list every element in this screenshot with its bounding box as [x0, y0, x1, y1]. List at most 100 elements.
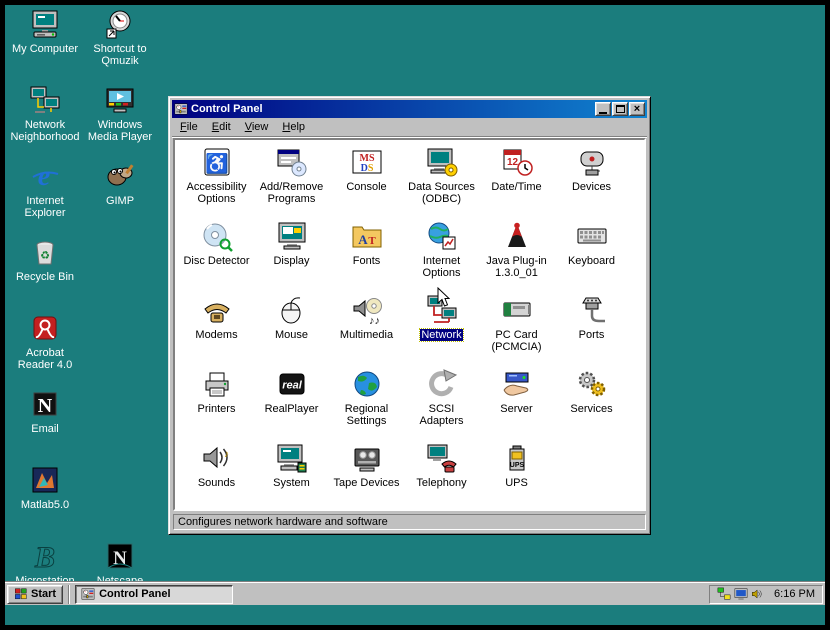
- taskbar-clock: 6:16 PM: [774, 588, 815, 600]
- cp-item-label: Ports: [578, 329, 606, 341]
- cp-item-fonts[interactable]: ATFonts: [329, 217, 404, 291]
- desktop-icon-internet-explorer[interactable]: eInternet Explorer: [9, 160, 81, 219]
- taskbar-divider: [68, 585, 70, 604]
- cp-item-multimedia[interactable]: ♪♪Multimedia: [329, 291, 404, 365]
- svg-text:real: real: [282, 380, 303, 392]
- menu-help[interactable]: Help: [275, 119, 312, 135]
- cp-item-label: System: [272, 477, 311, 489]
- cp-item-regional-settings[interactable]: Regional Settings: [329, 365, 404, 439]
- close-button[interactable]: ×: [629, 102, 645, 116]
- desktop-icon-microstation[interactable]: BMicrostation: [9, 540, 81, 587]
- desktop-icon-netscape[interactable]: NNetscape: [84, 540, 156, 587]
- desktop-icon-label: Acrobat Reader 4.0: [9, 347, 81, 371]
- disc-detector-icon: [201, 220, 233, 252]
- menu-file[interactable]: File: [173, 119, 205, 135]
- cp-item-label: SCSI Adapters: [405, 403, 479, 427]
- desktop-icon-acrobat-reader-4-0[interactable]: Acrobat Reader 4.0: [9, 312, 81, 371]
- cp-item-accessibility-options[interactable]: ♿Accessibility Options: [179, 143, 254, 217]
- cp-item-disc-detector[interactable]: Disc Detector: [179, 217, 254, 291]
- svg-text:♿: ♿: [205, 152, 229, 175]
- cp-item-label: Date/Time: [490, 181, 542, 193]
- cp-item-system[interactable]: System: [254, 439, 329, 511]
- titlebar[interactable]: Control Panel ×: [172, 100, 647, 118]
- status-text: Configures network hardware and software: [173, 514, 646, 530]
- cp-item-label: Regional Settings: [330, 403, 404, 427]
- cp-item-label: Devices: [571, 181, 612, 193]
- cp-item-label: Disc Detector: [182, 255, 250, 267]
- menu-edit[interactable]: Edit: [205, 119, 238, 135]
- cp-item-network[interactable]: Network: [404, 291, 479, 365]
- printers-icon: [201, 368, 233, 400]
- multimedia-icon: ♪♪: [351, 294, 383, 326]
- cp-item-label: Keyboard: [567, 255, 616, 267]
- cp-item-label: RealPlayer: [264, 403, 320, 415]
- maximize-button[interactable]: [612, 102, 628, 116]
- modems-icon: [201, 294, 233, 326]
- cp-item-add-remove-programs[interactable]: Add/Remove Programs: [254, 143, 329, 217]
- display-settings-icon[interactable]: [734, 587, 748, 601]
- cp-item-data-sources-odbc[interactable]: Data Sources (ODBC): [404, 143, 479, 217]
- cp-item-scsi-adapters[interactable]: SCSI Adapters: [404, 365, 479, 439]
- desktop-icon-windows-media-player[interactable]: Windows Media Player: [84, 84, 156, 143]
- cp-item-sounds[interactable]: ♪ Sounds: [179, 439, 254, 511]
- network-icon: [426, 294, 458, 326]
- control-panel-icon: [81, 587, 95, 601]
- network-neighborhood-icon: [29, 84, 61, 116]
- desktop: My ComputerShortcut to QmuzikNetwork Nei…: [0, 0, 830, 630]
- desktop-icon-email[interactable]: NEmail: [9, 388, 81, 435]
- cp-item-display[interactable]: Display: [254, 217, 329, 291]
- cp-item-server[interactable]: Server: [479, 365, 554, 439]
- gimp-icon: [104, 160, 136, 192]
- cp-item-console[interactable]: MSDSConsole: [329, 143, 404, 217]
- telephony-icon: [426, 442, 458, 474]
- desktop-icon-matlab5-0[interactable]: Matlab5.0: [9, 464, 81, 511]
- cp-item-java-plug-in-1-3-0-01[interactable]: Java Plug-in 1.3.0_01: [479, 217, 554, 291]
- server-icon: [501, 368, 533, 400]
- tape-icon: [351, 442, 383, 474]
- svg-text:♪♪: ♪♪: [369, 315, 380, 326]
- start-button[interactable]: Start: [7, 585, 63, 604]
- network-status-icon[interactable]: [717, 587, 731, 601]
- cp-item-label: Telephony: [415, 477, 467, 489]
- cp-item-telephony[interactable]: Telephony: [404, 439, 479, 511]
- desktop-icon-recycle-bin[interactable]: ♻Recycle Bin: [9, 236, 81, 283]
- cp-item-services[interactable]: Services: [554, 365, 629, 439]
- cp-item-devices[interactable]: Devices: [554, 143, 629, 217]
- control-panel-window: Control Panel × FileEditViewHelp ♿Access…: [168, 96, 651, 535]
- date-time-icon: 12: [501, 146, 533, 178]
- minimize-button[interactable]: [595, 102, 611, 116]
- cp-item-mouse[interactable]: Mouse: [254, 291, 329, 365]
- desktop-icon-my-computer[interactable]: My Computer: [9, 8, 81, 55]
- cp-item-ups[interactable]: UPSUPS: [479, 439, 554, 511]
- my-computer-icon: [29, 8, 61, 40]
- cp-item-keyboard[interactable]: Keyboard: [554, 217, 629, 291]
- tray-icons: [717, 587, 765, 601]
- cp-item-label: Modems: [194, 329, 238, 341]
- matlab-icon: [29, 464, 61, 496]
- desktop-icon-gimp[interactable]: GIMP: [84, 160, 156, 207]
- svg-text:♻: ♻: [40, 250, 50, 262]
- cp-item-tape-devices[interactable]: Tape Devices: [329, 439, 404, 511]
- scsi-icon: [426, 368, 458, 400]
- cp-item-ports[interactable]: Ports: [554, 291, 629, 365]
- cp-item-realplayer[interactable]: real RealPlayer: [254, 365, 329, 439]
- email-icon: N: [29, 388, 61, 420]
- realplayer-icon: real: [276, 368, 308, 400]
- fonts-icon: AT: [351, 220, 383, 252]
- cp-item-printers[interactable]: Printers: [179, 365, 254, 439]
- desktop-icon-network-neighborhood[interactable]: Network Neighborhood: [9, 84, 81, 143]
- taskbar-task-control-panel[interactable]: Control Panel: [75, 585, 233, 604]
- cp-item-label: Sounds: [197, 477, 236, 489]
- cp-item-date-time[interactable]: 12 Date/Time: [479, 143, 554, 217]
- control-panel-icon: [81, 587, 95, 601]
- regional-icon: [351, 368, 383, 400]
- cp-item-internet-options[interactable]: Internet Options: [404, 217, 479, 291]
- desktop-icon-shortcut-to-qmuzik[interactable]: Shortcut to Qmuzik: [84, 8, 156, 67]
- volume-icon[interactable]: [751, 587, 765, 601]
- sounds-icon: ♪: [201, 442, 233, 474]
- svg-text:UPS: UPS: [509, 462, 524, 469]
- svg-text:A: A: [358, 232, 368, 247]
- menu-view[interactable]: View: [238, 119, 276, 135]
- cp-item-pc-card-pcmcia[interactable]: PC Card (PCMCIA): [479, 291, 554, 365]
- cp-item-modems[interactable]: Modems: [179, 291, 254, 365]
